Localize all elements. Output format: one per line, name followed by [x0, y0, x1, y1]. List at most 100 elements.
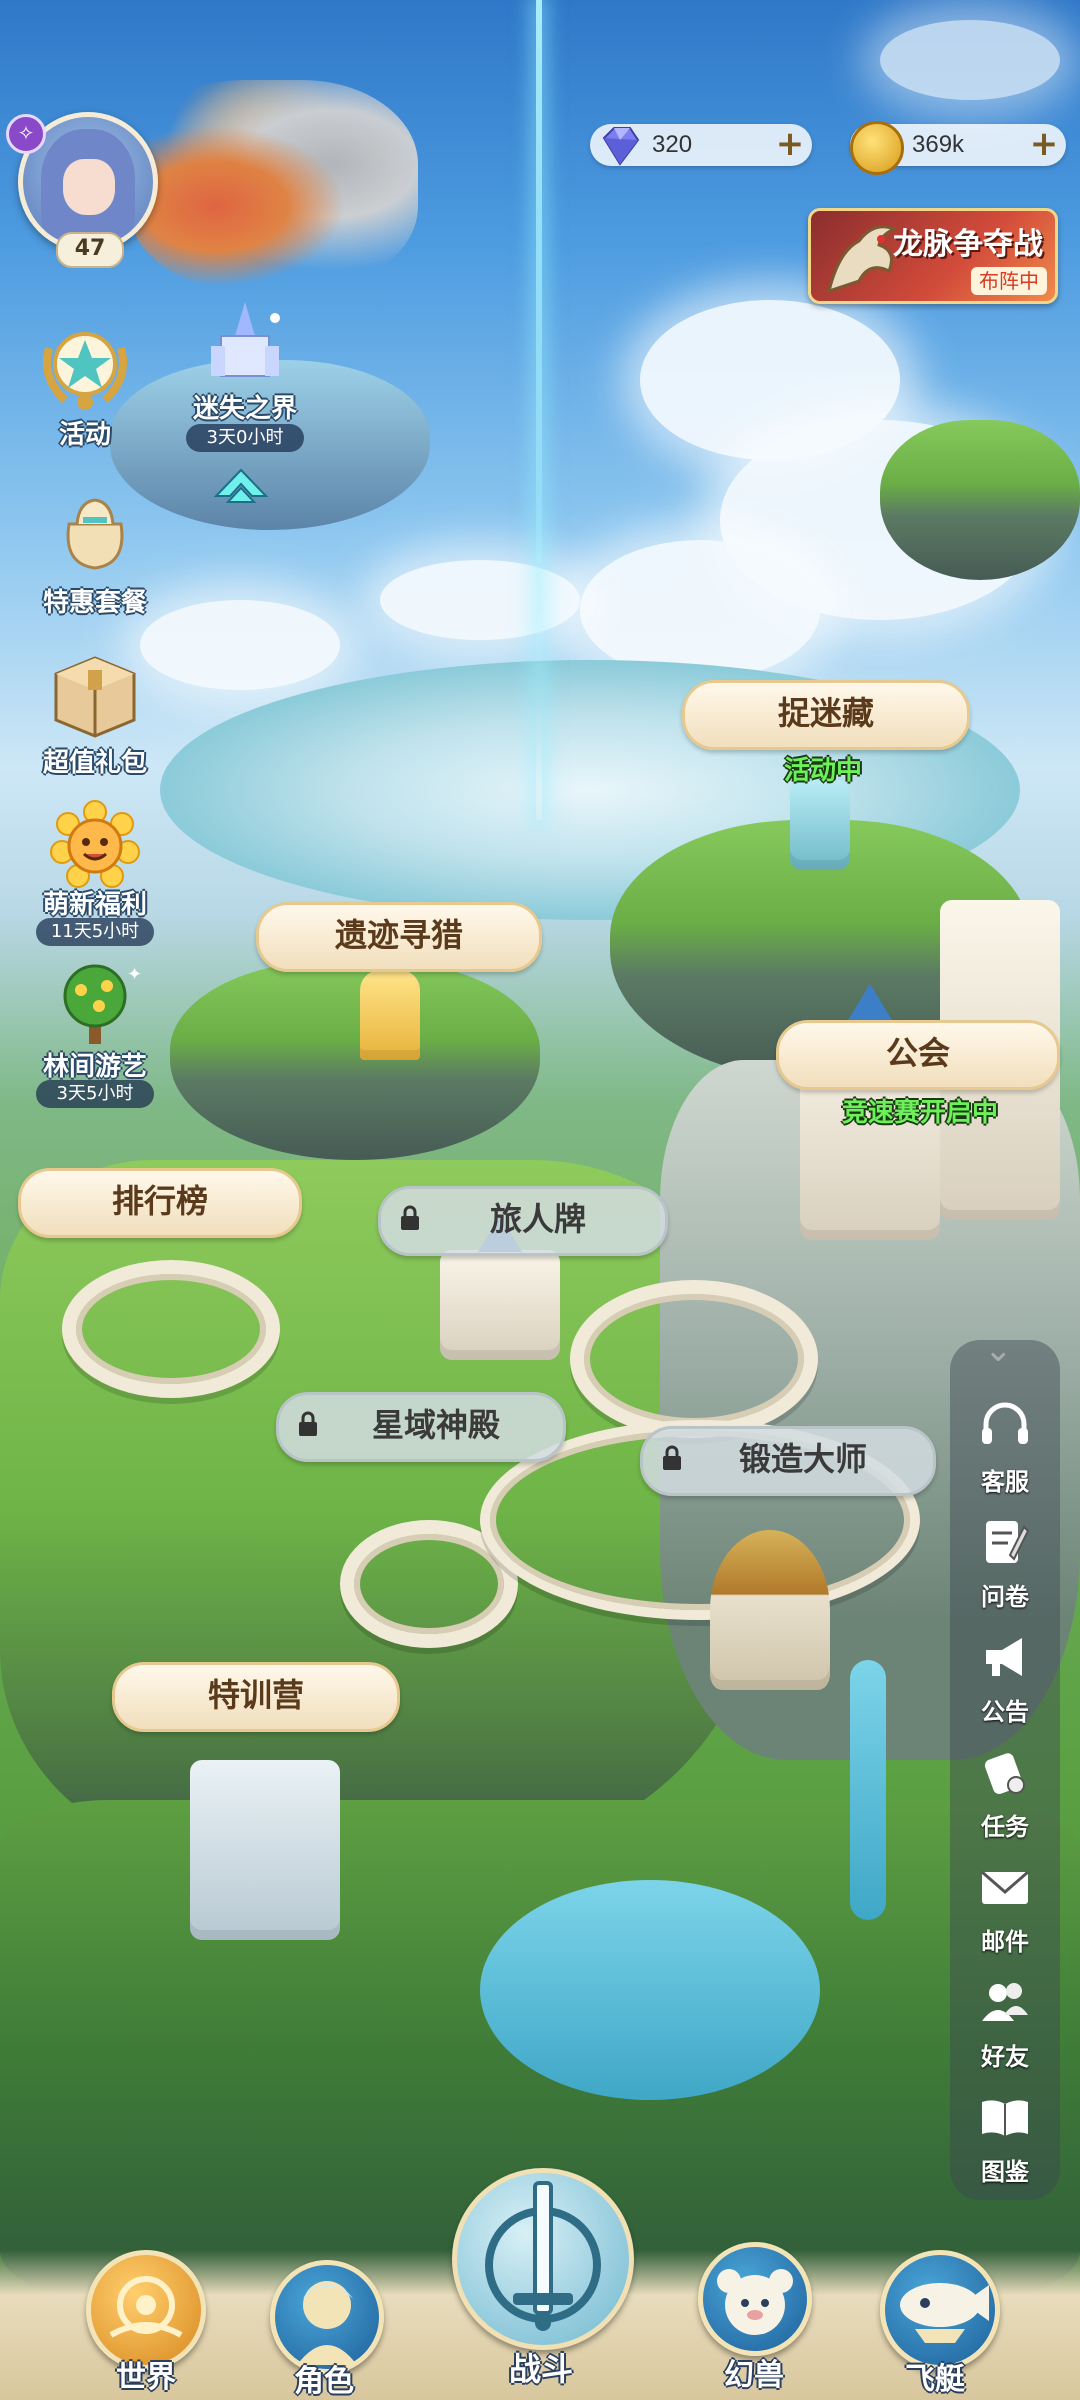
nav-battle-label: 战斗: [508, 2350, 573, 2388]
forest-games-button[interactable]: ✦ 林间游艺 3天5小时: [20, 962, 170, 1112]
newbie-welfare-button[interactable]: 萌新福利 11天5小时: [20, 800, 170, 950]
forge-master-button[interactable]: 锻造大师: [640, 1426, 936, 1496]
hide-seek-label[interactable]: 捉迷藏: [682, 680, 970, 750]
codex-label: 图鉴: [981, 2158, 1029, 2186]
traveler-card-label: 旅人牌: [489, 1200, 586, 1238]
nav-world-label: 世界: [116, 2360, 176, 2395]
coin-icon: [850, 121, 904, 175]
lock-icon: [299, 1411, 317, 1436]
gift-bag-icon: [66, 498, 124, 570]
value-pack-button[interactable]: 超值礼包: [20, 650, 170, 790]
sword-icon: [452, 2168, 634, 2350]
player-level: 47: [56, 232, 124, 268]
cloud: [880, 20, 1060, 100]
newbie-welfare-label: 萌新福利: [42, 890, 147, 920]
mail-label: 邮件: [981, 1928, 1029, 1956]
gold-value: 369k: [912, 131, 965, 158]
forest-games-timer: 3天5小时: [36, 1080, 154, 1108]
forge-tower: [710, 1530, 830, 1690]
hide-seek-status: 活动中: [783, 756, 862, 786]
nav-character[interactable]: 角色: [264, 2256, 384, 2400]
announcement-button[interactable]: 公告: [950, 1630, 1060, 1730]
survey-icon: [986, 1521, 1030, 1563]
gift-box-icon: [54, 656, 136, 738]
activity-label: 活动: [58, 420, 111, 450]
gem-icon: [602, 127, 640, 166]
training-camp-label[interactable]: 特训营: [112, 1662, 400, 1732]
announcement-label: 公告: [981, 1698, 1029, 1726]
waterfall: [850, 1660, 886, 1920]
lake: [480, 1880, 820, 2100]
codex-button[interactable]: 图鉴: [950, 2090, 1060, 2190]
lost-realm-button[interactable]: 迷失之界 3天0小时: [180, 296, 310, 456]
ruins-hunt-label[interactable]: 遗迹寻猎: [256, 902, 542, 972]
add-gold-icon[interactable]: +: [1026, 127, 1062, 163]
guild-label[interactable]: 公会: [776, 1020, 1060, 1090]
class-badge-icon: ✧: [6, 114, 46, 154]
nav-airship-label: 飞艇: [905, 2362, 965, 2397]
nav-battle[interactable]: 战斗: [446, 2148, 636, 2400]
avatar-face: [63, 159, 115, 215]
lost-realm-label: 迷失之界: [192, 394, 297, 424]
ranking-label[interactable]: 排行榜: [18, 1168, 302, 1238]
value-pack-label: 超值礼包: [42, 748, 147, 778]
island-ruins: [170, 960, 540, 1160]
redacted-player-name: [128, 80, 418, 290]
quest-button[interactable]: 任务: [950, 1745, 1060, 1845]
expand-up-icon[interactable]: [214, 466, 268, 510]
nav-beast[interactable]: 幻兽: [690, 2220, 818, 2400]
mail-icon: [981, 1870, 1029, 1904]
gems-value: 320: [652, 131, 693, 158]
star-temple-label: 星域神殿: [371, 1406, 500, 1444]
event-title: 龙脉争夺战: [893, 227, 1043, 262]
traveler-hall: [440, 1250, 560, 1360]
nav-airship[interactable]: 飞艇: [870, 2236, 1000, 2400]
activity-button[interactable]: 活动: [20, 318, 150, 458]
castle-roof: [848, 984, 892, 1020]
survey-button[interactable]: 问卷: [950, 1515, 1060, 1615]
forest-games-label: 林间游艺: [42, 1052, 147, 1082]
friends-label: 好友: [981, 2043, 1029, 2071]
ranking-arena: [62, 1260, 280, 1398]
book-icon: [982, 2100, 1028, 2136]
lost-realm-timer: 3天0小时: [186, 424, 304, 452]
scroll-icon: [984, 1753, 1025, 1794]
cloud: [380, 560, 580, 640]
right-side-menu: 客服 问卷 公告 任务 邮件 好友 图鉴: [950, 1340, 1060, 2200]
crystal-shrine: [360, 970, 420, 1060]
nav-world[interactable]: 世界: [82, 2244, 210, 2400]
newbie-welfare-timer: 11天5小时: [36, 918, 154, 946]
lock-icon: [663, 1445, 681, 1470]
survey-label: 问卷: [981, 1583, 1029, 1611]
airship-icon: [880, 2250, 1000, 2370]
traveler-card-button[interactable]: 旅人牌: [378, 1186, 668, 1256]
mail-button[interactable]: 邮件: [950, 1860, 1060, 1960]
gold-counter[interactable]: 369k +: [850, 121, 1066, 175]
friends-icon: [982, 1983, 1028, 2021]
central-plaza: [570, 1280, 818, 1438]
star-temple-button[interactable]: 星域神殿: [276, 1392, 566, 1462]
lost-realm-castle-icon: [211, 302, 280, 377]
event-status: 布阵中: [971, 267, 1047, 295]
nav-character-label: 角色: [294, 2364, 354, 2399]
star-laurel-icon: [43, 332, 127, 410]
nav-beast-label: 幻兽: [724, 2358, 784, 2393]
friends-button[interactable]: 好友: [950, 1975, 1060, 2075]
add-gems-icon[interactable]: +: [772, 127, 808, 163]
cloud: [140, 600, 340, 690]
guild-status: 竞速赛开启中: [841, 1098, 998, 1128]
special-package-button[interactable]: 特惠套餐: [20, 484, 170, 624]
svg-text:✦: ✦: [127, 964, 142, 985]
dragon-vein-event-banner[interactable]: 龙脉争夺战 布阵中: [808, 208, 1058, 304]
hide-seek-tower: [790, 780, 850, 870]
training-tower: [190, 1760, 340, 1940]
headset-icon: [982, 1402, 1028, 1444]
customer-service-button[interactable]: 客服: [950, 1400, 1060, 1500]
megaphone-icon: [986, 1638, 1022, 1676]
gems-counter[interactable]: 320 +: [590, 124, 812, 166]
customer-service-label: 客服: [981, 1468, 1029, 1496]
sunflower-icon: [50, 800, 140, 888]
forge-master-label: 锻造大师: [738, 1440, 867, 1478]
beast-icon: [698, 2242, 812, 2356]
special-package-label: 特惠套餐: [42, 588, 147, 618]
